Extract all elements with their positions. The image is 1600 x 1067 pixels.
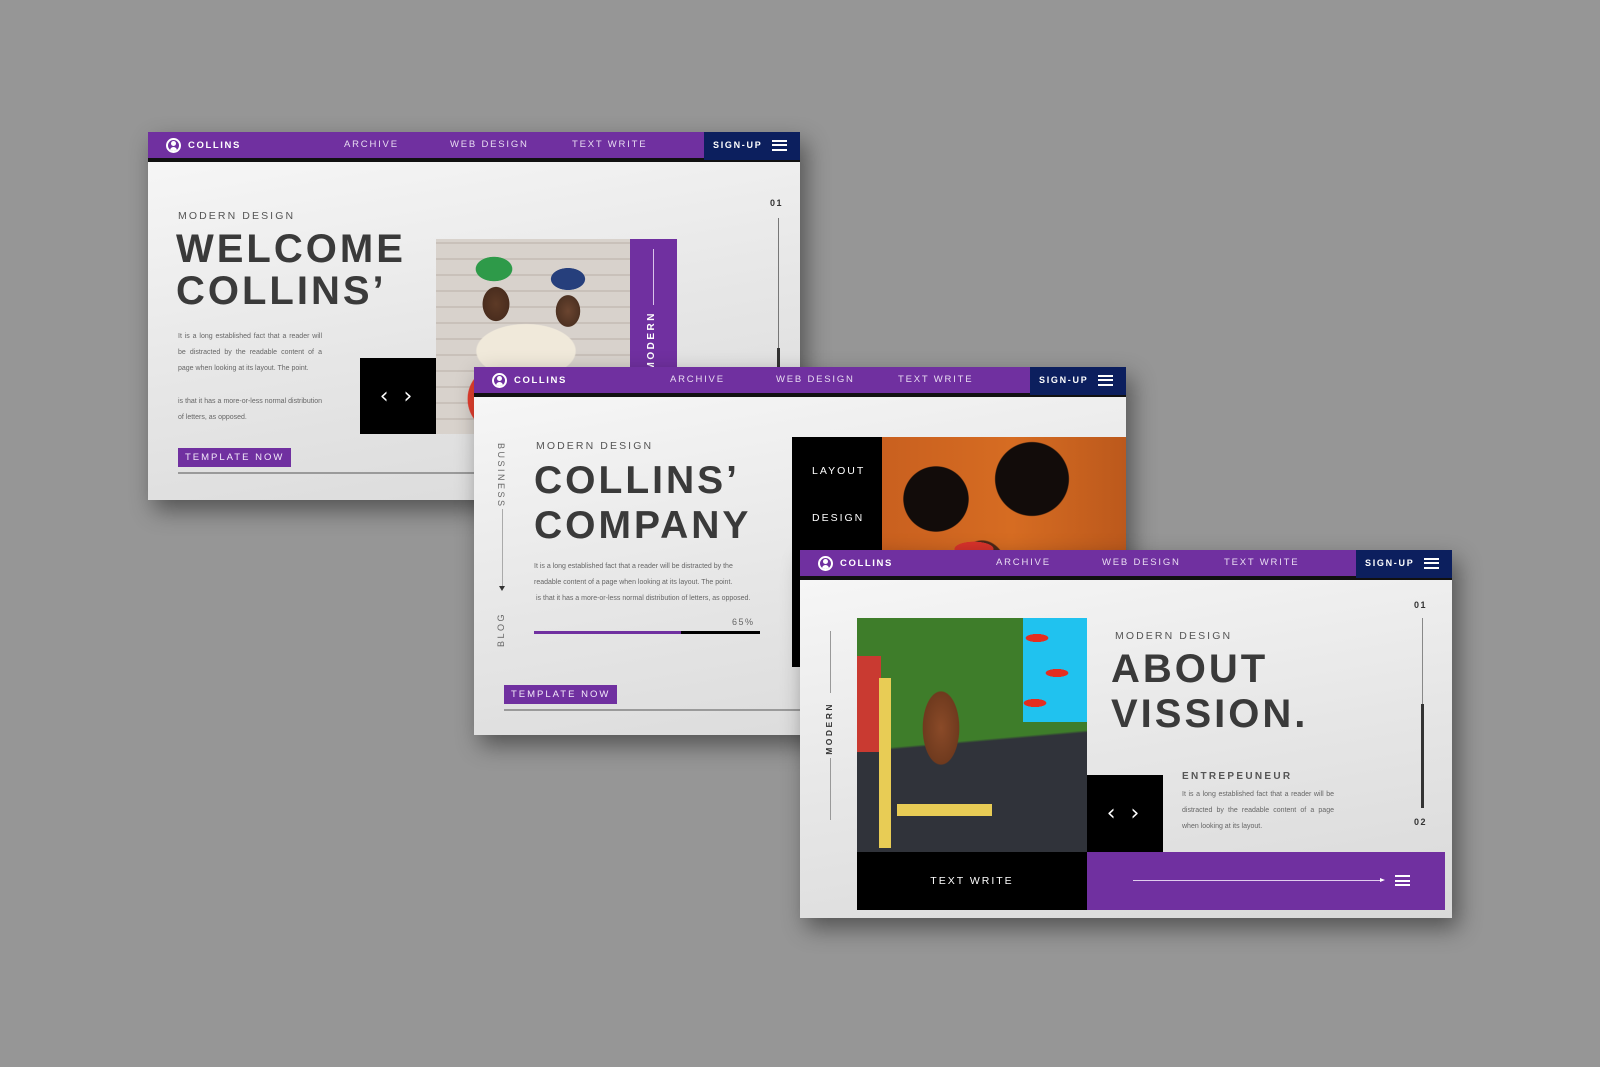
user-circle-icon (492, 372, 507, 388)
template-now-button[interactable]: TEMPLATE NOW (504, 685, 618, 704)
chevron-left-right-icon: ‹ › (1106, 801, 1144, 826)
body-paragraph-1: It is a long established fact that a rea… (178, 333, 322, 372)
body-line-1: It is a long established fact that a rea… (534, 563, 733, 570)
hamburger-menu-icon[interactable] (1395, 875, 1410, 886)
slide-counter-total: 02 (1414, 817, 1428, 827)
body-line-2: readable content of a page when looking … (534, 579, 733, 586)
signup-button[interactable]: SIGN-UP (1356, 550, 1452, 578)
user-circle-icon (818, 555, 833, 571)
headline-line-2: COMPANY (534, 504, 752, 547)
nav-bar: COLLINS ARCHIVE WEB DESIGN TEXT WRITE SI… (148, 132, 800, 162)
body-paragraph-2: is that it has a more-or-less normal dis… (178, 398, 322, 421)
nav-link-web-design[interactable]: WEB DESIGN (776, 367, 855, 395)
eyebrow: MODERN DESIGN (1115, 630, 1233, 642)
headline-line-2: COLLINS’ (176, 269, 387, 313)
divider (504, 709, 804, 711)
progress-label: 65% (732, 617, 755, 627)
template-now-button[interactable]: TEMPLATE NOW (178, 448, 292, 467)
nav-bar: COLLINS ARCHIVE WEB DESIGN TEXT WRITE SI… (474, 367, 1126, 397)
side-divider (502, 509, 503, 587)
hamburger-menu-icon[interactable] (1098, 374, 1114, 386)
divider (178, 472, 478, 474)
slide-counter-current: 01 (1414, 600, 1428, 610)
slider-arrows-button[interactable]: ‹ › (1087, 775, 1163, 852)
nav-link-archive[interactable]: ARCHIVE (670, 367, 725, 395)
side-label: MODERN (824, 702, 834, 755)
signup-label: SIGN-UP (1365, 558, 1415, 568)
signup-label: SIGN-UP (713, 140, 763, 150)
headline-line-2: VISSION. (1111, 692, 1309, 736)
divider (653, 249, 654, 305)
user-circle-icon (166, 137, 181, 153)
hamburger-menu-icon[interactable] (1424, 557, 1440, 569)
side-tag-label: MODERN (646, 311, 657, 371)
slider-arrows-button[interactable]: ‹ › (360, 358, 436, 434)
side-label-business: BUSINESS (496, 443, 506, 509)
signup-label: SIGN-UP (1039, 375, 1089, 385)
nav-link-text-write[interactable]: TEXT WRITE (898, 367, 973, 395)
eyebrow: MODERN DESIGN (536, 440, 654, 452)
nav-link-web-design[interactable]: WEB DESIGN (1102, 550, 1181, 578)
side-divider (830, 631, 831, 693)
long-arrow-right-icon[interactable] (1133, 878, 1385, 882)
body-line-3: is that it has a more-or-less normal dis… (536, 595, 751, 602)
nav-link-archive[interactable]: ARCHIVE (344, 132, 399, 160)
nav-link-archive[interactable]: ARCHIVE (996, 550, 1051, 578)
brand[interactable]: COLLINS (818, 550, 893, 578)
text-write-button[interactable]: TEXT WRITE (857, 852, 1087, 910)
slide-counter: 01 (770, 198, 784, 208)
progress-fill (534, 631, 681, 634)
nav-link-web-design[interactable]: WEB DESIGN (450, 132, 529, 160)
subheading: ENTREPEUNEUR (1182, 771, 1293, 782)
side-label-blog: BLOG (496, 612, 506, 648)
footer-bar (1087, 852, 1445, 910)
nav-link-text-write[interactable]: TEXT WRITE (572, 132, 647, 160)
headline-line-1: ABOUT (1111, 647, 1269, 691)
progress-bar (534, 631, 760, 634)
headline-line-1: WELCOME (176, 227, 406, 271)
hero-photo (857, 618, 1087, 852)
headline-line-1: COLLINS’ (534, 459, 740, 502)
arrow-down-icon (499, 586, 505, 591)
brand-label: COLLINS (514, 374, 567, 386)
signup-button[interactable]: SIGN-UP (1030, 367, 1126, 395)
brand[interactable]: COLLINS (492, 367, 567, 395)
brand[interactable]: COLLINS (166, 132, 241, 160)
side-divider (830, 758, 831, 820)
eyebrow: MODERN DESIGN (178, 210, 296, 222)
panel-label-design: DESIGN (812, 512, 865, 524)
nav-link-text-write[interactable]: TEXT WRITE (1224, 550, 1299, 578)
chevron-left-right-icon: ‹ › (379, 383, 417, 409)
signup-button[interactable]: SIGN-UP (704, 132, 800, 160)
nav-bar: COLLINS ARCHIVE WEB DESIGN TEXT WRITE SI… (800, 550, 1452, 580)
hamburger-menu-icon[interactable] (772, 139, 788, 151)
progress-fill (1421, 703, 1424, 808)
panel-label-layout: LAYOUT (812, 465, 866, 477)
brand-label: COLLINS (188, 139, 241, 151)
slide-about-vision: COLLINS ARCHIVE WEB DESIGN TEXT WRITE SI… (800, 550, 1452, 918)
body-text: It is a long established fact that a rea… (1182, 791, 1334, 830)
brand-label: COLLINS (840, 557, 893, 569)
